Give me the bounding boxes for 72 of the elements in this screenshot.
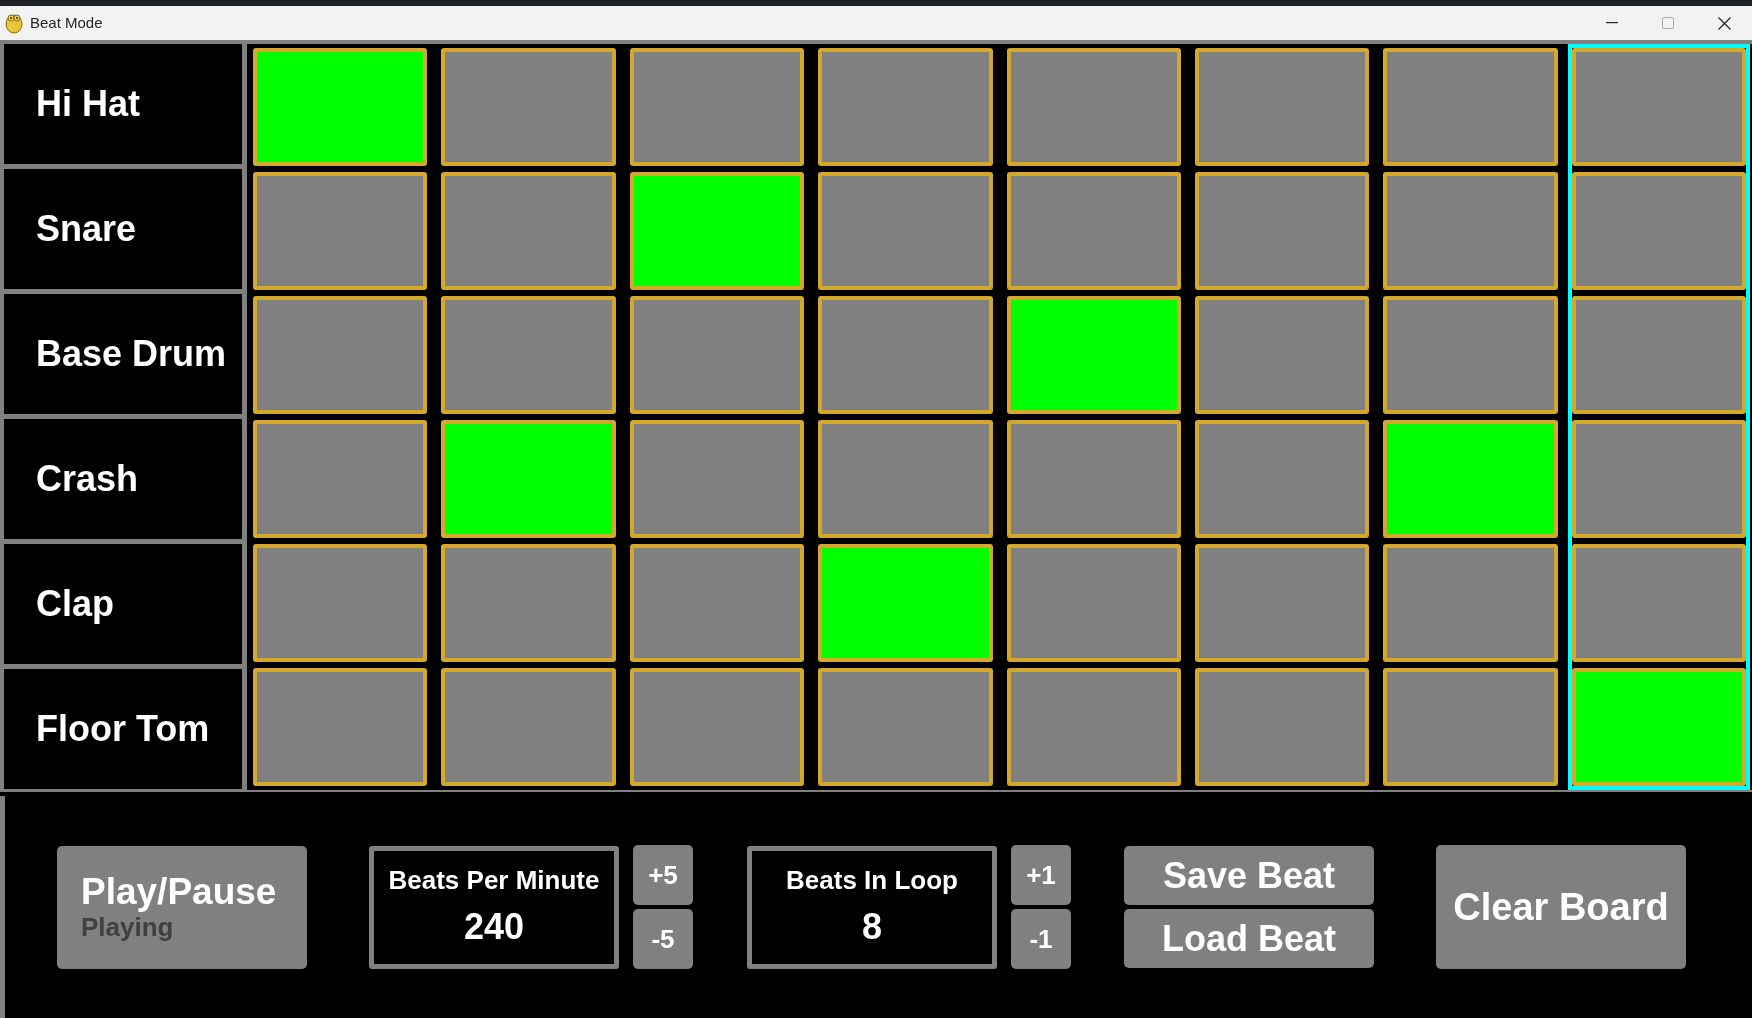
step-pad[interactable]	[1194, 420, 1370, 538]
step-pad[interactable]	[1006, 172, 1181, 290]
step-pad[interactable]	[1383, 296, 1558, 414]
step-pad[interactable]	[629, 296, 805, 414]
step-pad[interactable]	[1006, 48, 1181, 166]
loop-display-value: 8	[862, 904, 882, 949]
step-pad[interactable]	[818, 544, 993, 662]
maximize-icon	[1662, 17, 1674, 29]
track-label: Hi Hat	[4, 44, 242, 164]
step-pad[interactable]	[629, 172, 805, 290]
step-pad[interactable]	[441, 544, 616, 662]
step-pad[interactable]	[1006, 296, 1181, 414]
step-pad[interactable]	[1383, 420, 1558, 538]
step-pad[interactable]	[629, 668, 805, 786]
step-pad[interactable]	[441, 668, 616, 786]
step-pad[interactable]	[1571, 420, 1746, 538]
window-title: Beat Mode	[30, 12, 103, 33]
step-pad[interactable]	[1194, 668, 1370, 786]
step-pad[interactable]	[441, 420, 616, 538]
save-beat-button[interactable]: Save Beat	[1124, 846, 1374, 905]
step-pad[interactable]	[1006, 668, 1181, 786]
step-pad[interactable]	[253, 296, 428, 414]
bpm-display-label: Beats Per Minute	[388, 863, 600, 897]
decrease-button[interactable]: -1	[1011, 909, 1071, 969]
step-pad[interactable]	[1006, 544, 1181, 662]
playback-status: Playing	[81, 913, 175, 942]
app-icon	[4, 12, 24, 34]
step-pad[interactable]	[818, 172, 993, 290]
step-pad[interactable]	[818, 668, 993, 786]
step-pad[interactable]	[1383, 668, 1558, 786]
step-pad[interactable]	[1571, 48, 1746, 166]
step-pad[interactable]	[1383, 172, 1558, 290]
step-pad[interactable]	[629, 544, 805, 662]
decrease-button[interactable]: -5	[633, 909, 693, 969]
bpm-display-value: 240	[463, 904, 525, 949]
increase-button[interactable]: +1	[1011, 845, 1071, 905]
step-pad[interactable]	[818, 420, 993, 538]
track-label: Clap	[4, 544, 242, 664]
step-pad[interactable]	[1006, 420, 1181, 538]
clear-board-button[interactable]: Clear Board	[1436, 845, 1686, 969]
step-pad[interactable]	[1194, 48, 1370, 166]
step-pad[interactable]	[1194, 296, 1370, 414]
step-pad[interactable]	[1571, 668, 1746, 786]
track-label: Crash	[4, 419, 242, 539]
step-pad[interactable]	[1571, 172, 1746, 290]
loop-display-label: Beats In Loop	[786, 863, 958, 897]
step-pad[interactable]	[441, 172, 616, 290]
step-pad[interactable]	[818, 48, 993, 166]
step-pad[interactable]	[1383, 48, 1558, 166]
step-pad[interactable]	[253, 420, 428, 538]
minimize-icon	[1606, 22, 1618, 24]
step-pad[interactable]	[1383, 544, 1558, 662]
step-pad[interactable]	[818, 296, 993, 414]
step-pad[interactable]	[253, 668, 428, 786]
close-icon	[1717, 16, 1731, 30]
track-label: Floor Tom	[4, 669, 242, 789]
step-pad[interactable]	[253, 544, 428, 662]
step-pad[interactable]	[1571, 296, 1746, 414]
step-pad[interactable]	[253, 172, 428, 290]
increase-button[interactable]: +5	[633, 845, 693, 905]
track-label: Base Drum	[4, 294, 242, 414]
step-pad[interactable]	[441, 296, 616, 414]
step-pad[interactable]	[1194, 172, 1370, 290]
step-pad[interactable]	[253, 48, 428, 166]
step-pad[interactable]	[629, 420, 805, 538]
play-pause-button[interactable]: Play/Pause Playing	[57, 845, 307, 969]
step-pad[interactable]	[1194, 544, 1370, 662]
step-pad[interactable]	[441, 48, 616, 166]
step-pad[interactable]	[629, 48, 805, 166]
load-beat-button[interactable]: Load Beat	[1124, 909, 1374, 968]
track-label: Snare	[4, 169, 242, 289]
step-pad[interactable]	[1571, 544, 1746, 662]
